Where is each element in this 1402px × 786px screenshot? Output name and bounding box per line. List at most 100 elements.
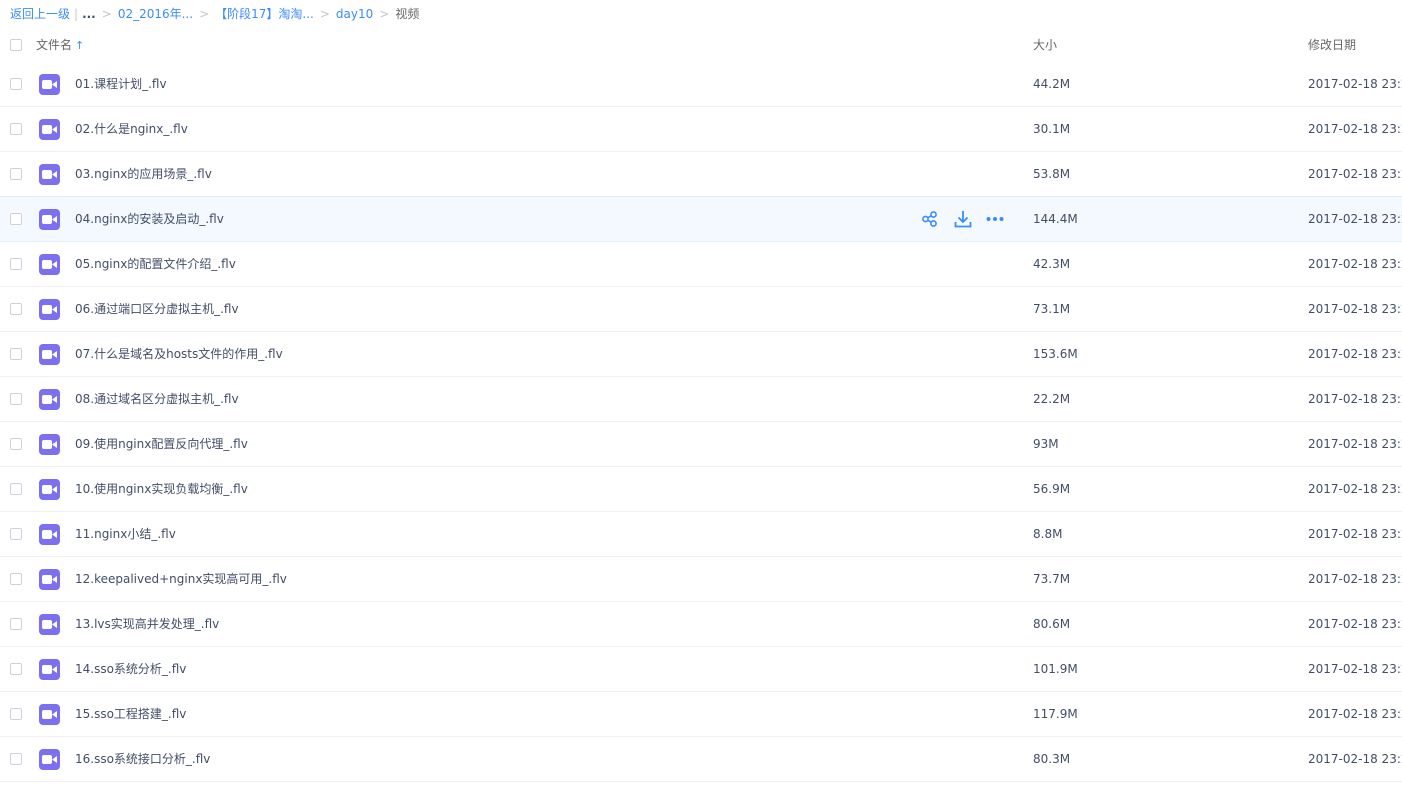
file-row[interactable]: 16.sso系统接口分析_.flv 80.3M 2017-02-18 23:25 [0, 737, 1402, 782]
row-checkbox[interactable] [10, 708, 22, 720]
video-file-icon [39, 209, 60, 230]
file-row[interactable]: 13.lvs实现高并发处理_.flv 80.6M 2017-02-18 23:2… [0, 602, 1402, 647]
file-name[interactable]: 02.什么是nginx_.flv [75, 107, 188, 151]
file-modified-date: 2017-02-18 23:25 [1308, 617, 1402, 631]
file-row[interactable]: 04.nginx的安装及启动_.flv 144.4M 2017-02-18 23… [0, 196, 1402, 242]
video-file-icon [39, 119, 60, 140]
file-modified-date: 2017-02-18 23:25 [1308, 347, 1402, 361]
more-icon[interactable] [985, 209, 1005, 229]
breadcrumb-separator-icon: > [319, 7, 330, 21]
file-name[interactable]: 13.lvs实现高并发处理_.flv [75, 602, 219, 646]
row-checkbox[interactable] [10, 573, 22, 585]
file-size: 22.2M [1033, 392, 1071, 406]
row-checkbox[interactable] [10, 528, 22, 540]
file-row[interactable]: 09.使用nginx配置反向代理_.flv 93M 2017-02-18 23:… [0, 422, 1402, 467]
row-checkbox[interactable] [10, 618, 22, 630]
row-checkbox[interactable] [10, 753, 22, 765]
file-row[interactable]: 12.keepalived+nginx实现高可用_.flv 73.7M 2017… [0, 557, 1402, 602]
row-checkbox[interactable] [10, 213, 22, 225]
file-size: 30.1M [1033, 122, 1071, 136]
file-modified-date: 2017-02-18 23:25 [1308, 527, 1402, 541]
breadcrumb-item[interactable]: 02_2016年... [118, 7, 193, 21]
breadcrumb-ellipsis[interactable]: ... [82, 7, 96, 21]
file-modified-date: 2017-02-18 23:25 [1308, 302, 1402, 316]
file-size: 73.1M [1033, 302, 1071, 316]
file-name[interactable]: 04.nginx的安装及启动_.flv [75, 197, 224, 241]
breadcrumb-separator-icon: > [379, 7, 390, 21]
video-file-icon [39, 344, 60, 365]
breadcrumb-item[interactable]: day10 [336, 7, 373, 21]
row-checkbox[interactable] [10, 78, 22, 90]
column-header-name[interactable]: 文件名 ↑ [36, 28, 84, 63]
breadcrumb-item[interactable]: 【阶段17】淘淘... [215, 7, 314, 21]
share-icon[interactable] [920, 209, 940, 229]
file-row[interactable]: 10.使用nginx实现负载均衡_.flv 56.9M 2017-02-18 2… [0, 467, 1402, 512]
breadcrumb-divider: | [74, 7, 79, 21]
file-modified-date: 2017-02-18 23:25 [1308, 482, 1402, 496]
video-file-icon [39, 524, 60, 545]
video-file-icon [39, 704, 60, 725]
column-header-name-label: 文件名 [36, 38, 73, 52]
back-to-parent-link[interactable]: 返回上一级 [10, 7, 70, 21]
select-all-checkbox[interactable] [10, 39, 22, 51]
file-name[interactable]: 15.sso工程搭建_.flv [75, 692, 186, 736]
file-name[interactable]: 16.sso系统接口分析_.flv [75, 737, 210, 781]
file-size: 80.6M [1033, 617, 1071, 631]
file-row[interactable]: 02.什么是nginx_.flv 30.1M 2017-02-18 23:25 [0, 107, 1402, 152]
file-size: 117.9M [1033, 707, 1078, 721]
file-row[interactable]: 03.nginx的应用场景_.flv 53.8M 2017-02-18 23:2… [0, 152, 1402, 197]
breadcrumb-current: 视频 [395, 7, 420, 21]
breadcrumb-separator-icon: > [199, 7, 210, 21]
file-size: 144.4M [1033, 212, 1078, 226]
file-name[interactable]: 12.keepalived+nginx实现高可用_.flv [75, 557, 287, 601]
file-name[interactable]: 11.nginx小结_.flv [75, 512, 176, 556]
file-row[interactable]: 14.sso系统分析_.flv 101.9M 2017-02-18 23:25 [0, 647, 1402, 692]
row-checkbox[interactable] [10, 123, 22, 135]
file-name[interactable]: 09.使用nginx配置反向代理_.flv [75, 422, 248, 466]
file-row[interactable]: 05.nginx的配置文件介绍_.flv 42.3M 2017-02-18 23… [0, 242, 1402, 287]
file-name[interactable]: 10.使用nginx实现负载均衡_.flv [75, 467, 248, 511]
file-name[interactable]: 05.nginx的配置文件介绍_.flv [75, 242, 236, 286]
row-checkbox[interactable] [10, 303, 22, 315]
file-modified-date: 2017-02-18 23:25 [1308, 392, 1402, 406]
row-checkbox[interactable] [10, 168, 22, 180]
file-modified-date: 2017-02-18 23:25 [1308, 572, 1402, 586]
file-size: 73.7M [1033, 572, 1071, 586]
file-modified-date: 2017-02-18 23:25 [1308, 167, 1402, 181]
file-row[interactable]: 07.什么是域名及hosts文件的作用_.flv 153.6M 2017-02-… [0, 332, 1402, 377]
row-checkbox[interactable] [10, 438, 22, 450]
file-size: 93M [1033, 437, 1059, 451]
file-size: 53.8M [1033, 167, 1071, 181]
row-checkbox[interactable] [10, 348, 22, 360]
column-header-date[interactable]: 修改日期 [1308, 28, 1356, 62]
video-file-icon [39, 569, 60, 590]
row-checkbox[interactable] [10, 258, 22, 270]
file-name[interactable]: 14.sso系统分析_.flv [75, 647, 186, 691]
file-row[interactable]: 11.nginx小结_.flv 8.8M 2017-02-18 23:25 [0, 512, 1402, 557]
file-size: 153.6M [1033, 347, 1078, 361]
video-file-icon [39, 299, 60, 320]
file-name[interactable]: 08.通过域名区分虚拟主机_.flv [75, 377, 239, 421]
file-name[interactable]: 01.课程计划_.flv [75, 62, 167, 106]
video-file-icon [39, 479, 60, 500]
video-file-icon [39, 614, 60, 635]
row-checkbox[interactable] [10, 393, 22, 405]
file-name[interactable]: 03.nginx的应用场景_.flv [75, 152, 212, 196]
file-modified-date: 2017-02-18 23:25 [1308, 77, 1402, 91]
sort-arrow-up-icon[interactable]: ↑ [75, 39, 84, 52]
file-size: 8.8M [1033, 527, 1063, 541]
file-row[interactable]: 06.通过端口区分虚拟主机_.flv 73.1M 2017-02-18 23:2… [0, 287, 1402, 332]
row-checkbox[interactable] [10, 483, 22, 495]
file-name[interactable]: 07.什么是域名及hosts文件的作用_.flv [75, 332, 283, 376]
file-name[interactable]: 06.通过端口区分虚拟主机_.flv [75, 287, 239, 331]
file-modified-date: 2017-02-18 23:25 [1308, 707, 1402, 721]
file-row[interactable]: 15.sso工程搭建_.flv 117.9M 2017-02-18 23:25 [0, 692, 1402, 737]
video-file-icon [39, 389, 60, 410]
file-row[interactable]: 01.课程计划_.flv 44.2M 2017-02-18 23:25 [0, 62, 1402, 107]
file-size: 101.9M [1033, 662, 1078, 676]
row-checkbox[interactable] [10, 663, 22, 675]
column-header-size[interactable]: 大小 [1033, 28, 1057, 62]
video-file-icon [39, 434, 60, 455]
download-icon[interactable] [953, 209, 973, 229]
file-row[interactable]: 08.通过域名区分虚拟主机_.flv 22.2M 2017-02-18 23:2… [0, 377, 1402, 422]
